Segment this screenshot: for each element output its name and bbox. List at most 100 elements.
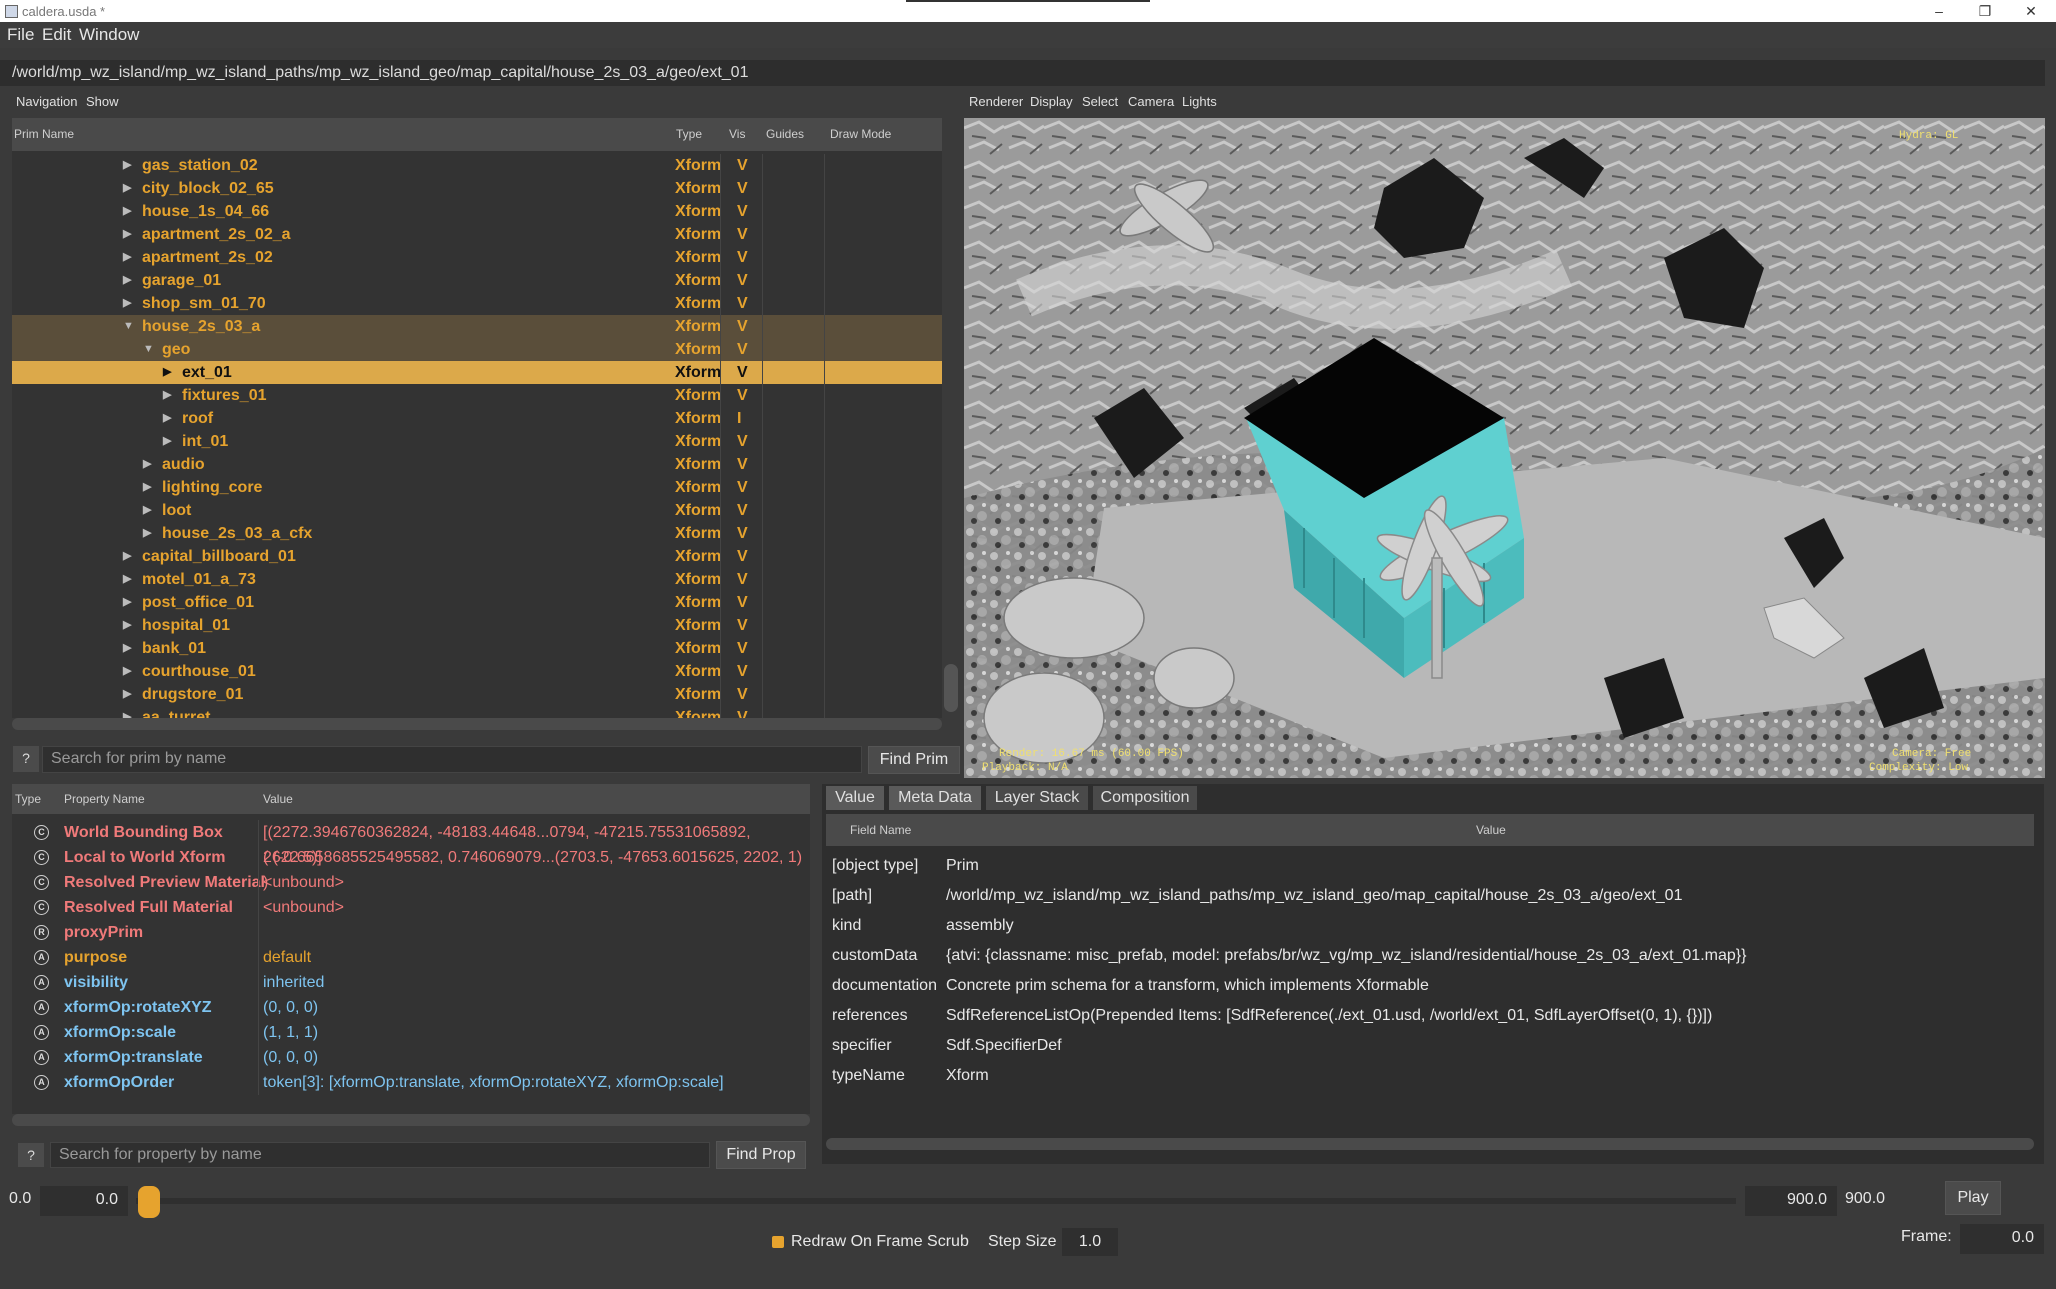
tree-row-courthouse-01[interactable]: ▶ courthouse_01 Xform V: [12, 660, 942, 683]
property-row[interactable]: AxformOpOrder token[3]: [xformOp:translat…: [12, 1070, 810, 1095]
tree-vertical-scrollbar[interactable]: [944, 664, 958, 712]
property-row[interactable]: C Resolved Full Material <unbound>: [12, 895, 810, 920]
prim-vis-toggle[interactable]: V: [737, 706, 748, 718]
tree-row-garage-01[interactable]: ▶ garage_01 Xform V: [12, 269, 942, 292]
col-type[interactable]: Type: [676, 118, 702, 151]
prim-vis-toggle[interactable]: V: [737, 453, 748, 476]
expand-arrow-icon[interactable]: ▶: [143, 522, 151, 545]
tree-row-lighting-core[interactable]: ▶ lighting_core Xform V: [12, 476, 942, 499]
tab-composition[interactable]: Composition: [1093, 786, 1197, 810]
tree-row-audio[interactable]: ▶ audio Xform V: [12, 453, 942, 476]
timeline-slider-track[interactable]: [136, 1198, 1736, 1204]
tree-row-hospital-01[interactable]: ▶ hospital_01 Xform V: [12, 614, 942, 637]
prim-vis-toggle[interactable]: V: [737, 384, 748, 407]
tree-row-geo[interactable]: ▼ geo Xform V: [12, 338, 942, 361]
prim-vis-toggle[interactable]: V: [737, 591, 748, 614]
close-icon[interactable]: ✕: [2008, 0, 2054, 22]
select-menu[interactable]: Select: [1082, 94, 1118, 109]
prim-vis-toggle[interactable]: V: [737, 637, 748, 660]
tree-row-city-block-02-65[interactable]: ▶ city_block_02_65 Xform V: [12, 177, 942, 200]
end-frame-input[interactable]: 900.0: [1745, 1186, 1837, 1216]
tree-row-motel-01-a-73[interactable]: ▶ motel_01_a_73 Xform V: [12, 568, 942, 591]
timeline-slider-handle[interactable]: [138, 1186, 160, 1218]
expand-arrow-icon[interactable]: ▶: [163, 430, 171, 453]
prim-vis-toggle[interactable]: V: [737, 338, 748, 361]
prim-vis-toggle[interactable]: V: [737, 200, 748, 223]
prim-vis-toggle[interactable]: V: [737, 361, 748, 384]
tree-row-fixtures-01[interactable]: ▶ fixtures_01 Xform V: [12, 384, 942, 407]
tree-row-apartment-2s-02-a[interactable]: ▶ apartment_2s_02_a Xform V: [12, 223, 942, 246]
redraw-checkbox[interactable]: [772, 1236, 784, 1248]
menu-file[interactable]: File: [7, 25, 34, 45]
expand-arrow-icon[interactable]: ▶: [163, 361, 171, 384]
menu-window[interactable]: Window: [79, 25, 139, 45]
expand-arrow-icon[interactable]: ▶: [123, 568, 131, 591]
collapse-arrow-icon[interactable]: ▼: [123, 315, 134, 338]
expand-arrow-icon[interactable]: ▶: [123, 177, 131, 200]
tree-row-house-2s-03-a-cfx[interactable]: ▶ house_2s_03_a_cfx Xform V: [12, 522, 942, 545]
meta-row[interactable]: documentation Concrete prim schema for a …: [826, 971, 2026, 1001]
find-prim-button[interactable]: Find Prim: [868, 746, 960, 774]
step-size-input[interactable]: 1.0: [1062, 1228, 1118, 1256]
expand-arrow-icon[interactable]: ▶: [123, 246, 131, 269]
meta-horizontal-scrollbar[interactable]: [826, 1138, 2034, 1150]
path-field[interactable]: /world/mp_wz_island/mp_wz_island_paths/m…: [0, 60, 2045, 86]
prim-vis-toggle[interactable]: V: [737, 568, 748, 591]
meta-row[interactable]: customData {atvi: {classname: misc_prefab…: [826, 941, 2026, 971]
prim-vis-toggle[interactable]: V: [737, 683, 748, 706]
meta-row[interactable]: specifier Sdf.SpecifierDef: [826, 1031, 2026, 1061]
prim-vis-toggle[interactable]: V: [737, 223, 748, 246]
tree-row-shop-sm-01-70[interactable]: ▶ shop_sm_01_70 Xform V: [12, 292, 942, 315]
start-frame-input[interactable]: 0.0: [40, 1186, 128, 1216]
col-draw-mode[interactable]: Draw Mode: [830, 118, 891, 151]
navigation-menu[interactable]: Navigation: [16, 94, 77, 109]
property-row[interactable]: C Resolved Preview Material <unbound>: [12, 870, 810, 895]
tab-value[interactable]: Value: [826, 786, 884, 810]
meta-row[interactable]: references SdfReferenceListOp(Prepended I…: [826, 1001, 2026, 1031]
prim-vis-toggle[interactable]: V: [737, 430, 748, 453]
prim-vis-toggle[interactable]: V: [737, 614, 748, 637]
expand-arrow-icon[interactable]: ▶: [123, 292, 131, 315]
expand-arrow-icon[interactable]: ▶: [163, 384, 171, 407]
prim-vis-toggle[interactable]: I: [737, 407, 741, 430]
camera-menu[interactable]: Camera: [1128, 94, 1174, 109]
prim-search-input[interactable]: Search for prim by name: [42, 746, 862, 773]
col-prop-name[interactable]: Property Name: [64, 784, 145, 814]
col-vis[interactable]: Vis: [729, 118, 745, 151]
expand-arrow-icon[interactable]: ▶: [123, 637, 131, 660]
col-prop-type[interactable]: Type: [15, 784, 41, 814]
renderer-menu[interactable]: Renderer: [969, 94, 1023, 109]
prim-vis-toggle[interactable]: V: [737, 292, 748, 315]
meta-row[interactable]: typeName Xform: [826, 1061, 2026, 1091]
tree-horizontal-scrollbar[interactable]: [12, 718, 942, 730]
expand-arrow-icon[interactable]: ▶: [123, 683, 131, 706]
expand-arrow-icon[interactable]: ▶: [143, 499, 151, 522]
menu-edit[interactable]: Edit: [42, 25, 71, 45]
property-row[interactable]: C Local to World Xform( (-0.6658685525495…: [12, 845, 810, 891]
property-horizontal-scrollbar[interactable]: [12, 1114, 810, 1126]
tree-row-house-1s-04-66[interactable]: ▶ house_1s_04_66 Xform V: [12, 200, 942, 223]
restore-icon[interactable]: ❐: [1962, 0, 2008, 22]
meta-row[interactable]: [path] /world/mp_wz_island/mp_wz_island_p…: [826, 881, 2026, 911]
expand-arrow-icon[interactable]: ▶: [123, 660, 131, 683]
tree-row-int-01[interactable]: ▶ int_01 Xform V: [12, 430, 942, 453]
expand-arrow-icon[interactable]: ▶: [123, 154, 131, 177]
property-row[interactable]: Apurpose default: [12, 945, 810, 970]
prim-vis-toggle[interactable]: V: [737, 315, 748, 338]
show-menu[interactable]: Show: [86, 94, 119, 109]
prim-vis-toggle[interactable]: V: [737, 499, 748, 522]
tree-row-bank-01[interactable]: ▶ bank_01 Xform V: [12, 637, 942, 660]
prim-help-button[interactable]: ?: [13, 746, 39, 772]
prim-vis-toggle[interactable]: V: [737, 269, 748, 292]
expand-arrow-icon[interactable]: ▶: [143, 476, 151, 499]
property-row[interactable]: AxformOp:rotateXYZ (0, 0, 0): [12, 995, 810, 1020]
prim-vis-toggle[interactable]: V: [737, 545, 748, 568]
tab-layer-stack[interactable]: Layer Stack: [986, 786, 1088, 810]
play-button[interactable]: Play: [1945, 1181, 2001, 1215]
display-menu[interactable]: Display: [1030, 94, 1073, 109]
expand-arrow-icon[interactable]: ▶: [123, 614, 131, 637]
prim-vis-toggle[interactable]: V: [737, 522, 748, 545]
lights-menu[interactable]: Lights: [1182, 94, 1217, 109]
tree-row-house-2s-03-a[interactable]: ▼ house_2s_03_a Xform V: [12, 315, 942, 338]
property-row[interactable]: AxformOp:translate (0, 0, 0): [12, 1045, 810, 1070]
